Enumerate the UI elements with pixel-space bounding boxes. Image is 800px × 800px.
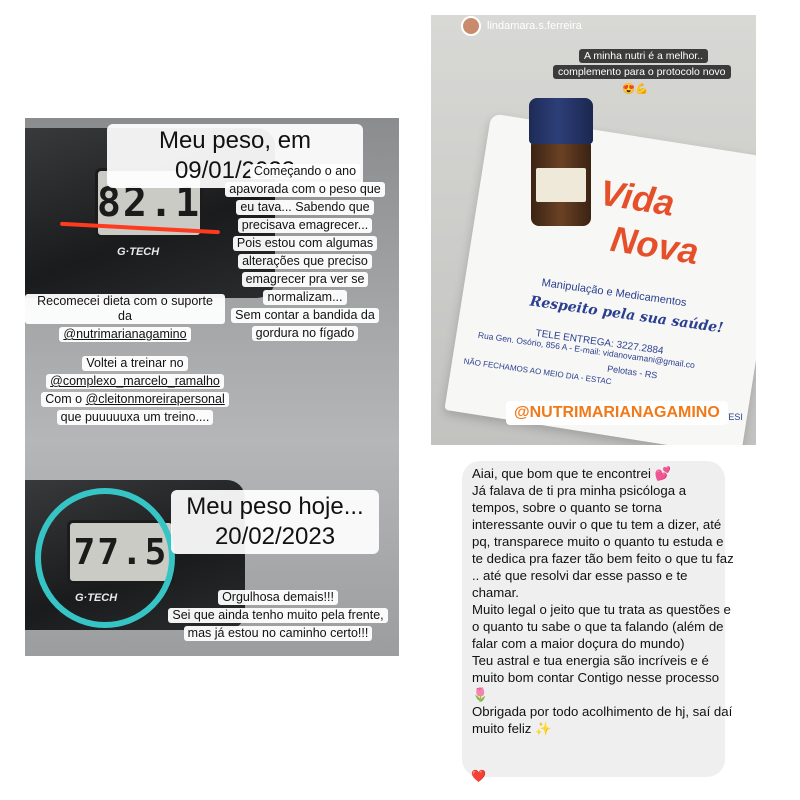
message-paragraph: Já falava de ti pra minha psicóloga a te… (472, 483, 734, 600)
proud-text: Orgulhosa demais!!! Sei que ainda tenho … (165, 588, 391, 642)
caption-emoji: 😍💪 (622, 83, 649, 95)
bag-brand-1: Vida (597, 171, 678, 224)
story-username[interactable]: lindamara.s.ferreira (487, 20, 582, 32)
diet-mention-link[interactable]: @nutrimarianagamino (59, 327, 191, 342)
weight-progress-story: 82.1 G·TECH Meu peso, em 09/01/2023 Come… (25, 118, 399, 656)
message-paragraph: Teu astral e tua energia são incríveis e… (472, 653, 720, 702)
training-text: Voltei a treinar no @complexo_marcelo_ra… (35, 354, 235, 426)
trainer-mention-link[interactable]: @cleitonmoreirapersonal (86, 392, 225, 406)
message-text: Aiai, que bom que te encontrei 💕 Já fala… (472, 465, 734, 737)
caption-line-2: complemento para o protocolo novo (553, 65, 731, 79)
gym-mention-link[interactable]: @complexo_marcelo_ramalho (46, 374, 224, 389)
avatar[interactable] (461, 16, 481, 36)
supplement-story: lindamara.s.ferreira Vida Nova Manipulaç… (431, 15, 756, 445)
message-paragraph: Aiai, que bom que te encontrei 💕 (472, 466, 671, 481)
caption-line-1: A minha nutri é a melhor.. (579, 49, 709, 63)
diet-text: Recomecei dieta com o suporte da @nutrim… (25, 294, 225, 343)
story-header: lindamara.s.ferreira (461, 15, 582, 37)
message-paragraph: Muito legal o jeito que tu trata as ques… (472, 602, 731, 651)
highlight-circle (35, 488, 175, 628)
supplement-jar (529, 98, 593, 228)
heart-reaction-icon[interactable]: ❤️ (471, 769, 486, 783)
bag-brand-2: Nova (608, 217, 702, 273)
today-title: Meu peso hoje... 20/02/2023 (171, 490, 379, 554)
message-paragraph: Obrigada por todo acolhimento de hj, saí… (472, 704, 733, 736)
nutritionist-mention-tag[interactable]: @NUTRIMARIANAGAMINO (506, 401, 728, 425)
intro-text: Começando o ano apavorada com o peso que… (223, 162, 387, 342)
direct-message-screenshot: Aiai, que bom que te encontrei 💕 Já fala… (436, 455, 754, 785)
scale-brand-label: G·TECH (117, 246, 160, 258)
pharmacy-bag: Vida Nova (444, 113, 756, 445)
